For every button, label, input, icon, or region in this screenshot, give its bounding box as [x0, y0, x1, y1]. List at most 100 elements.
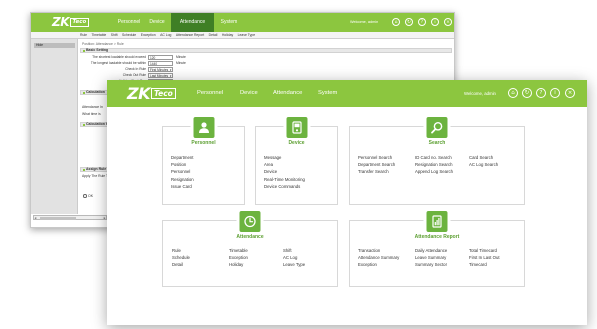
logout-icon[interactable]: × [565, 88, 575, 98]
sidebar-hide-toggle[interactable]: Hide [34, 43, 75, 48]
link-department-search[interactable]: Department Search [358, 161, 415, 168]
subnav-detail[interactable]: Detail [209, 33, 218, 37]
welcome-text: Welcome, admin [464, 91, 496, 96]
section-basic-setting[interactable]: Basic Setting [80, 48, 452, 53]
link-personnel-search[interactable]: Personnel Search [358, 154, 415, 161]
help-icon[interactable]: ? [418, 18, 426, 26]
person-icon[interactable] [193, 117, 214, 138]
device-icon[interactable] [286, 117, 307, 138]
link-id-card-search[interactable]: ID Card no. Search [415, 154, 469, 161]
link-detail[interactable]: Detail [172, 261, 229, 268]
nav-attendance[interactable]: Attendance [171, 13, 214, 32]
card-column: ID Card no. Search Resignation Search Ap… [415, 154, 469, 176]
link-schedule[interactable]: Schedule [172, 254, 229, 261]
subnav-ac-log[interactable]: AC Log [160, 33, 171, 37]
ok-button[interactable]: OK [83, 193, 93, 199]
link-leave-type[interactable]: Leave Type [283, 261, 305, 268]
nav-system[interactable]: System [318, 80, 337, 107]
link-holiday[interactable]: Holiday [229, 261, 283, 268]
scroll-right-icon[interactable]: ▸ [104, 216, 106, 220]
link-department[interactable]: Department [171, 154, 194, 161]
link-append-log-search[interactable]: Append Log Search [415, 168, 469, 175]
nav-attendance[interactable]: Attendance [273, 80, 302, 107]
link-timetable[interactable]: Timetable [229, 247, 283, 254]
link-device[interactable]: Device [264, 168, 305, 175]
nav-device[interactable]: Device [147, 13, 167, 32]
scroll-thumb[interactable] [40, 216, 76, 220]
link-shift[interactable]: Shift [283, 247, 305, 254]
card-title: Attendance [236, 234, 264, 240]
link-timecard[interactable]: Timecard [469, 261, 500, 268]
link-first-in-last-out[interactable]: First In Last Out [469, 254, 500, 261]
search-icon[interactable] [426, 117, 448, 138]
front-header: ZK Teco Personnel Device Attendance Syst… [107, 80, 587, 107]
card-columns: Transaction Attendance Summary Exception… [358, 247, 500, 269]
nav-device[interactable]: Device [240, 80, 258, 107]
shortest-loadable-input[interactable]: 120 [148, 55, 173, 60]
link-device-commands[interactable]: Device Commands [264, 183, 305, 190]
field-shortest-loadable: The shortest loadable should exceed 120 … [80, 55, 210, 60]
sidebar: Hide [31, 39, 78, 214]
longest-loadable-input[interactable]: 1440 [148, 61, 173, 66]
link-daily-attendance[interactable]: Daily Attendance [415, 247, 469, 254]
link-leave-summary[interactable]: Leave Summary [415, 254, 469, 261]
refresh-icon[interactable]: ↻ [522, 88, 532, 98]
subnav-timetable[interactable]: Timetable [91, 33, 106, 37]
nav-personnel[interactable]: Personnel [197, 80, 223, 107]
home-icon[interactable]: ⌂ [508, 88, 518, 98]
nav-personnel[interactable]: Personnel [115, 13, 143, 32]
link-card-search[interactable]: Card Search [469, 154, 498, 161]
logout-icon[interactable]: × [444, 18, 452, 26]
card-search: Search Personnel Search Department Searc… [349, 117, 525, 205]
link-attendance-summary[interactable]: Attendance Summary [358, 254, 415, 261]
link-ac-log-search[interactable]: AC Log Search [469, 161, 498, 168]
link-position[interactable]: Position [171, 161, 194, 168]
check-out-rule-select[interactable]: Last Minutes [148, 73, 173, 78]
card-icon-wrap [190, 117, 217, 140]
ok-radio[interactable] [83, 194, 87, 198]
card-columns: Rule Schedule Detail Timetable Exception… [172, 247, 305, 269]
field-label: Check Out Rule [122, 73, 146, 77]
scroll-left-icon[interactable]: ◂ [35, 216, 37, 220]
check-in-rule-select[interactable]: First Minutes [148, 67, 173, 72]
report-icon[interactable] [426, 211, 448, 232]
info-icon[interactable]: i [550, 88, 560, 98]
horizontal-scrollbar[interactable]: ◂ ▸ [33, 215, 107, 220]
link-issue-card[interactable]: Issue Card [171, 183, 194, 190]
calculation-line: Attendance In [82, 105, 103, 109]
subnav-rule[interactable]: Rule [80, 33, 87, 37]
subnav-schedule[interactable]: Schedule [122, 33, 136, 37]
breadcrumb: Position: Attendance > Rule [82, 42, 124, 46]
link-report-exception[interactable]: Exception [358, 261, 415, 268]
logo-teco: Teco [70, 17, 89, 27]
zkteco-logo[interactable]: ZK Teco [52, 15, 89, 29]
subnav-holiday[interactable]: Holiday [222, 33, 233, 37]
link-area[interactable]: Area [264, 161, 305, 168]
refresh-icon[interactable]: ↻ [405, 18, 413, 26]
link-resignation[interactable]: Resignation [171, 176, 194, 183]
link-summary-sector[interactable]: Summary Sector [415, 261, 469, 268]
home-icon[interactable]: ⌂ [392, 18, 400, 26]
link-exception[interactable]: Exception [229, 254, 283, 261]
card-attendance-report: Attendance Report Transaction Attendance… [349, 211, 525, 287]
subnav-leave-type[interactable]: Leave Type [238, 33, 255, 37]
link-message[interactable]: Message [264, 154, 305, 161]
sub-navigation: Rule Timetable Shift Schedule Exception … [31, 32, 454, 39]
subnav-attendance-report[interactable]: Attendance Report [176, 33, 204, 37]
subnav-exception[interactable]: Exception [141, 33, 156, 37]
subnav-shift[interactable]: Shift [111, 33, 118, 37]
link-real-time-monitoring[interactable]: Real-Time Monitoring [264, 176, 305, 183]
help-icon[interactable]: ? [536, 88, 546, 98]
link-resignation-search[interactable]: Resignation Search [415, 161, 469, 168]
link-total-timecard[interactable]: Total Timecard [469, 247, 500, 254]
link-transaction[interactable]: Transaction [358, 247, 415, 254]
nav-system[interactable]: System [218, 13, 240, 32]
zkteco-logo[interactable]: ZK Teco [127, 84, 176, 103]
link-personnel[interactable]: Personnel [171, 168, 194, 175]
link-rule[interactable]: Rule [172, 247, 229, 254]
link-ac-log[interactable]: AC Log [283, 254, 305, 261]
link-transfer-search[interactable]: Transfer Search [358, 168, 415, 175]
front-window: ZK Teco Personnel Device Attendance Syst… [107, 80, 587, 325]
info-icon[interactable]: i [431, 18, 439, 26]
clock-icon[interactable] [239, 211, 261, 232]
